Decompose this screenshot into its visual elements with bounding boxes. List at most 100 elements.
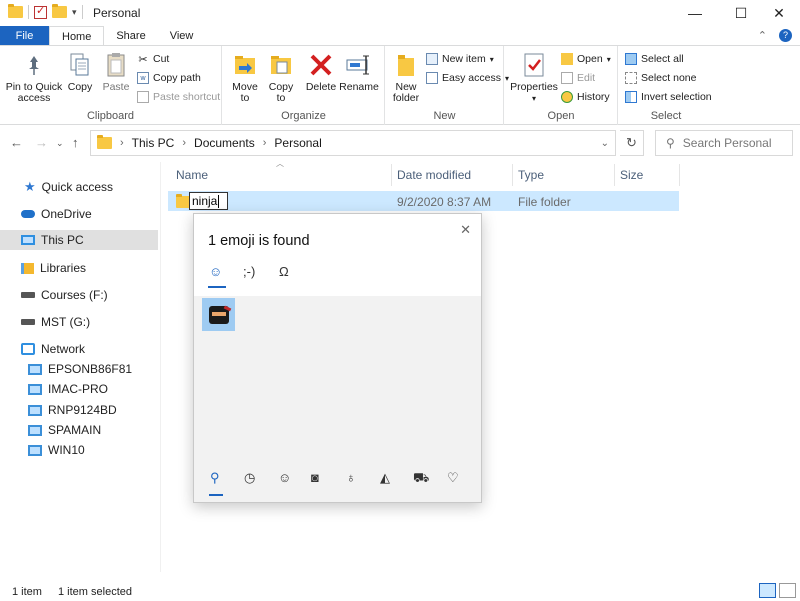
column-separator[interactable] bbox=[391, 164, 392, 186]
rename-button[interactable]: Rename bbox=[339, 51, 379, 93]
nav-item-libraries[interactable]: Libraries bbox=[0, 258, 158, 278]
monitor-icon bbox=[28, 363, 42, 375]
pin-quick-access-button[interactable]: Pin to Quick access bbox=[4, 51, 64, 104]
rename-input[interactable]: ninja bbox=[189, 192, 228, 210]
details-view-icon[interactable] bbox=[759, 583, 776, 598]
nav-item-label: OneDrive bbox=[41, 207, 92, 221]
folder-icon bbox=[8, 4, 23, 18]
paste-button[interactable]: Paste bbox=[100, 51, 132, 93]
nav-item-win10[interactable]: WIN10 bbox=[0, 440, 158, 460]
people-icon[interactable]: ◙ bbox=[311, 470, 319, 485]
column-header: ︿ Name Date modified Type Size bbox=[168, 159, 688, 188]
nav-item-onedrive[interactable]: OneDrive bbox=[0, 204, 158, 224]
help-icon[interactable]: ? bbox=[779, 29, 792, 42]
large-icons-view-icon[interactable] bbox=[779, 583, 796, 598]
minimize-button[interactable]: — bbox=[672, 0, 718, 26]
select-none-button[interactable]: Select none bbox=[625, 72, 696, 84]
breadcrumb-personal[interactable]: Personal bbox=[274, 136, 321, 150]
copy-path-button[interactable]: w Copy path bbox=[137, 72, 201, 84]
active-category-indicator bbox=[209, 494, 223, 496]
properties-icon[interactable] bbox=[34, 4, 47, 19]
delete-icon bbox=[307, 51, 335, 79]
navigation-pane: ★ Quick access OneDrive This PC Librarie… bbox=[0, 168, 160, 578]
paste-shortcut-button[interactable]: Paste shortcut bbox=[137, 91, 220, 103]
customize-toolbar-dropdown-icon[interactable]: ▾ bbox=[72, 7, 77, 18]
select-all-button[interactable]: Select all bbox=[625, 53, 684, 65]
search-box[interactable]: ⚲ Search Personal bbox=[655, 130, 793, 156]
address-history-dropdown-icon[interactable]: ⌄ bbox=[601, 138, 609, 149]
back-arrow-icon[interactable]: ← bbox=[10, 135, 23, 150]
properties-button[interactable]: Properties ▾ bbox=[509, 51, 559, 104]
properties-label: Properties bbox=[510, 81, 558, 93]
column-type[interactable]: Type bbox=[518, 168, 544, 182]
address-bar[interactable]: › This PC › Documents › Personal ⌄ bbox=[90, 130, 616, 156]
up-arrow-icon[interactable]: ↑ bbox=[72, 135, 79, 150]
column-date-modified[interactable]: Date modified bbox=[397, 168, 471, 182]
invert-selection-button[interactable]: Invert selection bbox=[625, 91, 712, 103]
column-separator[interactable] bbox=[512, 164, 513, 186]
search-icon[interactable]: ⚲ bbox=[210, 470, 220, 486]
tab-file[interactable]: File bbox=[0, 26, 49, 46]
nav-item-rnp[interactable]: RNP9124BD bbox=[0, 400, 158, 420]
recent-icon[interactable]: ◷ bbox=[244, 470, 255, 486]
emoji-ninja-cat[interactable] bbox=[202, 298, 235, 331]
organize-group: Move to Copy to Delete Rename Organize bbox=[223, 46, 385, 125]
column-separator[interactable] bbox=[614, 164, 615, 186]
celebration-icon[interactable]: ♁ bbox=[346, 470, 356, 485]
ribbon-tabs: File Home Share View ⌃ ? bbox=[0, 26, 800, 46]
close-button[interactable]: ✕ bbox=[756, 0, 800, 26]
nav-item-spamain[interactable]: SPAMAIN bbox=[0, 420, 158, 440]
tab-view[interactable]: View bbox=[158, 26, 206, 46]
status-bar: 1 item 1 item selected bbox=[0, 581, 800, 601]
dropdown-arrow-icon: ▾ bbox=[606, 54, 611, 64]
travel-icon[interactable]: ⛟ bbox=[413, 470, 429, 488]
recent-locations-icon[interactable]: ⌄ bbox=[56, 138, 64, 149]
breadcrumb-documents[interactable]: Documents bbox=[194, 136, 255, 150]
breadcrumb-this-pc[interactable]: This PC bbox=[132, 136, 175, 150]
refresh-button[interactable]: ↻ bbox=[620, 130, 644, 156]
delete-label: Delete bbox=[305, 81, 337, 93]
close-icon[interactable]: ✕ bbox=[460, 222, 471, 238]
move-to-button[interactable]: Move to bbox=[229, 51, 261, 104]
nav-item-epson[interactable]: EPSONB86F81 bbox=[0, 359, 158, 379]
column-name[interactable]: Name bbox=[176, 168, 208, 182]
delete-button[interactable]: Delete bbox=[305, 51, 337, 93]
easy-access-button[interactable]: Easy access ▾ bbox=[426, 72, 509, 84]
tab-kaomoji[interactable]: ;-) bbox=[243, 264, 255, 279]
cut-button[interactable]: ✂ Cut bbox=[137, 53, 169, 66]
nav-item-network[interactable]: Network bbox=[0, 339, 158, 359]
edit-button[interactable]: Edit bbox=[561, 72, 595, 84]
new-folder-button[interactable]: New folder bbox=[388, 51, 424, 104]
heart-icon[interactable]: ♡ bbox=[447, 470, 459, 486]
tab-symbols[interactable]: Ω bbox=[279, 264, 289, 279]
column-separator[interactable] bbox=[679, 164, 680, 186]
clipboard-group: Pin to Quick access Copy Paste ✂ Cut w C… bbox=[0, 46, 222, 125]
file-row[interactable]: 9/2/2020 8:37 AM File folder bbox=[168, 191, 679, 211]
history-button[interactable]: History bbox=[561, 91, 610, 103]
copy-to-button[interactable]: Copy to bbox=[265, 51, 297, 104]
food-icon[interactable]: ◭ bbox=[380, 470, 390, 486]
nav-item-courses[interactable]: Courses (F:) bbox=[0, 285, 158, 305]
column-size[interactable]: Size bbox=[620, 168, 643, 182]
copy-path-label: Copy path bbox=[153, 72, 201, 84]
chevron-right-icon[interactable]: › bbox=[263, 137, 267, 149]
pane-divider[interactable] bbox=[160, 162, 161, 572]
tab-emoji[interactable]: ☺ bbox=[209, 264, 222, 279]
tab-home[interactable]: Home bbox=[49, 26, 105, 46]
tab-share[interactable]: Share bbox=[104, 26, 157, 46]
forward-arrow-icon[interactable]: → bbox=[35, 135, 48, 150]
invert-selection-label: Invert selection bbox=[641, 91, 712, 103]
smiley-icon[interactable]: ☺ bbox=[278, 470, 291, 485]
new-item-button[interactable]: New item ▾ bbox=[426, 53, 494, 65]
nav-item-this-pc[interactable]: This PC bbox=[0, 230, 158, 250]
divider bbox=[28, 5, 29, 19]
chevron-right-icon[interactable]: › bbox=[182, 137, 186, 149]
nav-item-imac-pro[interactable]: IMAC-PRO bbox=[0, 379, 158, 399]
new-folder-icon[interactable] bbox=[52, 4, 67, 18]
emoji-results-grid bbox=[194, 296, 481, 456]
nav-item-quick-access[interactable]: ★ Quick access bbox=[0, 177, 158, 197]
nav-item-mst[interactable]: MST (G:) bbox=[0, 312, 158, 332]
open-button[interactable]: Open ▾ bbox=[561, 53, 611, 65]
copy-button[interactable]: Copy bbox=[64, 51, 96, 93]
collapse-ribbon-icon[interactable]: ⌃ bbox=[758, 29, 767, 42]
